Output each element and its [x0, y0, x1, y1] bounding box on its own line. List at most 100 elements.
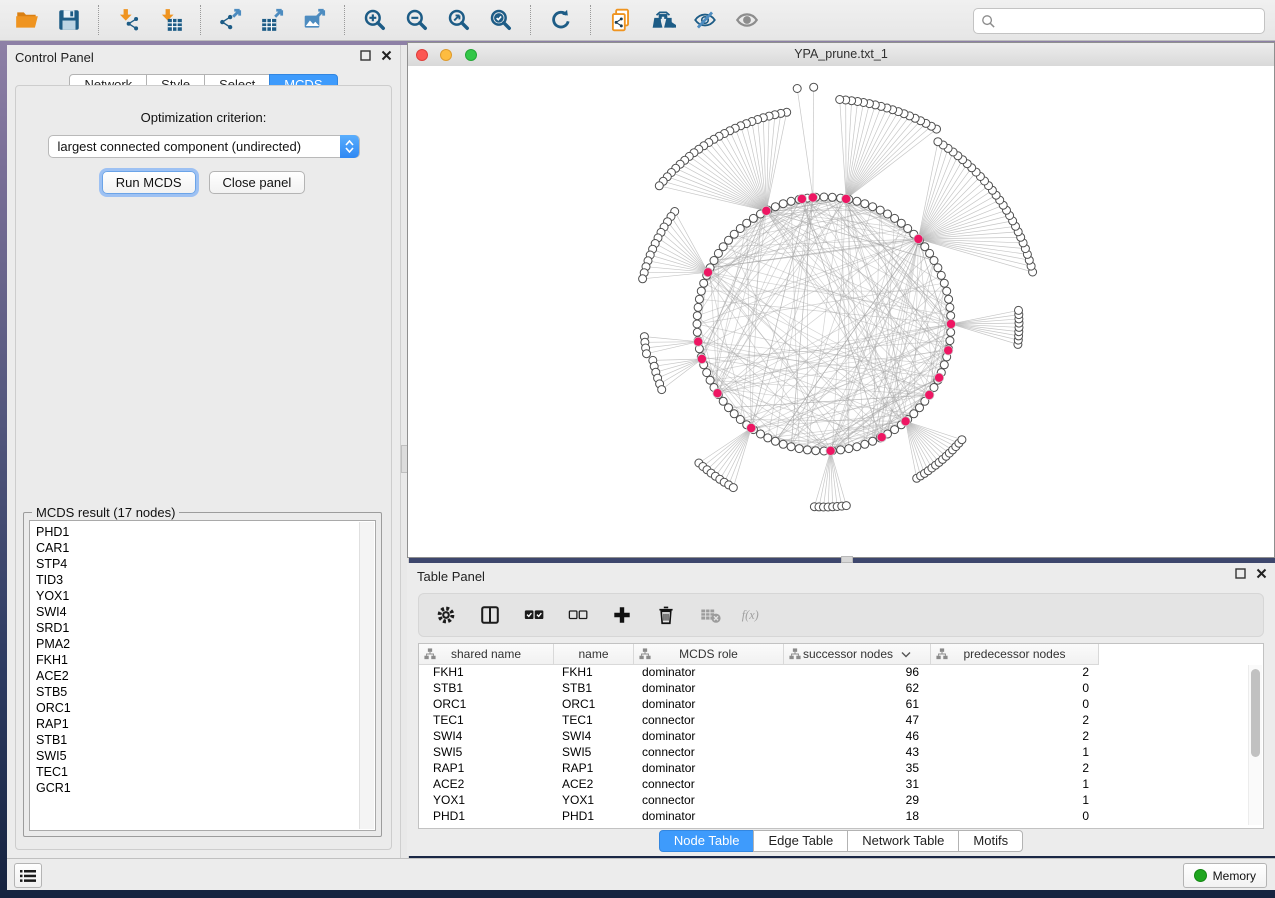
- cell-successor-nodes: 47: [784, 712, 931, 728]
- result-node-item[interactable]: TEC1: [36, 764, 375, 780]
- zoom-out-icon[interactable]: [400, 5, 434, 35]
- import-network-icon[interactable]: [112, 5, 146, 35]
- result-node-item[interactable]: SWI4: [36, 604, 375, 620]
- save-icon[interactable]: [52, 5, 86, 35]
- hide-selection-icon[interactable]: [688, 5, 722, 35]
- select-all-icon[interactable]: [521, 602, 547, 628]
- column-header-shared-name[interactable]: shared name: [419, 644, 554, 664]
- column-header-name[interactable]: name: [554, 644, 634, 664]
- node-table[interactable]: shared namenameMCDS role successor nodes p…: [418, 643, 1264, 829]
- open-folder-icon[interactable]: [10, 5, 44, 35]
- column-header-predecessor-nodes[interactable]: predecessor nodes: [931, 644, 1099, 664]
- float-table-panel-icon[interactable]: [1234, 567, 1246, 579]
- cell-name: ACE2: [554, 776, 634, 792]
- result-node-item[interactable]: STP4: [36, 556, 375, 572]
- network-window-titlebar[interactable]: YPA_prune.txt_1: [408, 43, 1274, 67]
- column-header-successor-nodes[interactable]: successor nodes: [784, 644, 931, 664]
- cell-name: SWI4: [554, 728, 634, 744]
- table-row[interactable]: SWI4SWI4dominator462: [419, 728, 1263, 744]
- cell-MCDS-role: connector: [634, 776, 784, 792]
- search-field[interactable]: [973, 8, 1265, 34]
- tab-edge-table[interactable]: Edge Table: [753, 830, 848, 852]
- close-panel-icon[interactable]: [380, 49, 392, 61]
- close-window-icon[interactable]: [416, 49, 428, 61]
- optimization-criterion-select[interactable]: largest connected component (undirected): [48, 135, 360, 158]
- cell-successor-nodes: 18: [784, 808, 931, 824]
- search-input[interactable]: [1000, 10, 1264, 32]
- column-header-MCDS-role[interactable]: MCDS role: [634, 644, 784, 664]
- result-node-item[interactable]: SWI5: [36, 748, 375, 764]
- columns-icon[interactable]: [477, 602, 503, 628]
- add-icon[interactable]: [609, 602, 635, 628]
- table-row[interactable]: SWI5SWI5connector431: [419, 744, 1263, 760]
- memory-status-icon: [1194, 869, 1207, 882]
- show-all-icon[interactable]: [730, 5, 764, 35]
- refresh-icon[interactable]: [544, 5, 578, 35]
- result-node-item[interactable]: STB1: [36, 732, 375, 748]
- table-scrollbar-thumb[interactable]: [1251, 669, 1260, 757]
- table-row[interactable]: ORC1ORC1dominator610: [419, 696, 1263, 712]
- result-list-scrollbar[interactable]: [359, 522, 374, 829]
- clone-network-icon[interactable]: [604, 5, 638, 35]
- attribute-icon: [639, 648, 651, 663]
- table-row[interactable]: RAP1RAP1dominator352: [419, 760, 1263, 776]
- column-label: successor nodes: [803, 647, 893, 661]
- cell-MCDS-role: connector: [634, 712, 784, 728]
- tab-node-table[interactable]: Node Table: [659, 830, 755, 852]
- memory-label: Memory: [1213, 869, 1256, 883]
- task-history-button[interactable]: [14, 863, 42, 888]
- tab-motifs[interactable]: Motifs: [958, 830, 1023, 852]
- table-row[interactable]: STB1STB1dominator620: [419, 680, 1263, 696]
- result-node-item[interactable]: RAP1: [36, 716, 375, 732]
- zoom-selected-icon[interactable]: [484, 5, 518, 35]
- result-node-item[interactable]: ACE2: [36, 668, 375, 684]
- tab-network-table[interactable]: Network Table: [847, 830, 959, 852]
- run-mcds-button[interactable]: Run MCDS: [102, 171, 196, 194]
- export-table-icon[interactable]: [256, 5, 290, 35]
- deselect-all-icon[interactable]: [565, 602, 591, 628]
- optimization-criterion-value: largest connected component (undirected): [49, 136, 359, 157]
- table-row[interactable]: PHD1PHD1dominator180: [419, 808, 1263, 824]
- network-canvas[interactable]: [408, 66, 1274, 557]
- export-network-icon[interactable]: [214, 5, 248, 35]
- close-panel-button[interactable]: Close panel: [209, 171, 306, 194]
- close-table-panel-icon[interactable]: [1255, 567, 1267, 579]
- horizontal-splitter-grip[interactable]: [841, 556, 853, 563]
- function-icon[interactable]: f(x): [741, 602, 767, 628]
- result-node-item[interactable]: PMA2: [36, 636, 375, 652]
- result-node-item[interactable]: CAR1: [36, 540, 375, 556]
- zoom-fit-icon[interactable]: [442, 5, 476, 35]
- delete-icon[interactable]: [653, 602, 679, 628]
- network-graph[interactable]: [408, 66, 1274, 557]
- find-icon[interactable]: [646, 5, 680, 35]
- float-panel-icon[interactable]: [359, 49, 371, 61]
- result-node-item[interactable]: FKH1: [36, 652, 375, 668]
- zoom-in-icon[interactable]: [358, 5, 392, 35]
- cell-name: FKH1: [554, 664, 634, 680]
- cell-name: ORC1: [554, 696, 634, 712]
- import-table-icon[interactable]: [154, 5, 188, 35]
- export-image-icon[interactable]: [298, 5, 332, 35]
- mcds-result-list[interactable]: PHD1CAR1STP4TID3YOX1SWI4SRD1PMA2FKH1ACE2…: [29, 520, 376, 831]
- table-row[interactable]: ACE2ACE2connector311: [419, 776, 1263, 792]
- minimize-window-icon[interactable]: [440, 49, 452, 61]
- memory-button[interactable]: Memory: [1183, 863, 1267, 888]
- table-scrollbar[interactable]: [1248, 665, 1262, 825]
- network-view-window: YPA_prune.txt_1: [407, 42, 1275, 558]
- result-node-item[interactable]: PHD1: [36, 524, 375, 540]
- result-node-item[interactable]: YOX1: [36, 588, 375, 604]
- zoom-window-icon[interactable]: [465, 49, 477, 61]
- status-bar: Memory: [7, 858, 1275, 890]
- result-node-item[interactable]: STB5: [36, 684, 375, 700]
- cell-name: SWI5: [554, 744, 634, 760]
- result-node-item[interactable]: GCR1: [36, 780, 375, 796]
- result-node-item[interactable]: ORC1: [36, 700, 375, 716]
- table-row[interactable]: TEC1TEC1connector472: [419, 712, 1263, 728]
- delete-table-icon[interactable]: [697, 602, 723, 628]
- gear-icon[interactable]: [433, 602, 459, 628]
- toolbar-separator: [344, 5, 346, 35]
- result-node-item[interactable]: TID3: [36, 572, 375, 588]
- table-row[interactable]: FKH1FKH1dominator962: [419, 664, 1263, 680]
- result-node-item[interactable]: SRD1: [36, 620, 375, 636]
- table-row[interactable]: YOX1YOX1connector291: [419, 792, 1263, 808]
